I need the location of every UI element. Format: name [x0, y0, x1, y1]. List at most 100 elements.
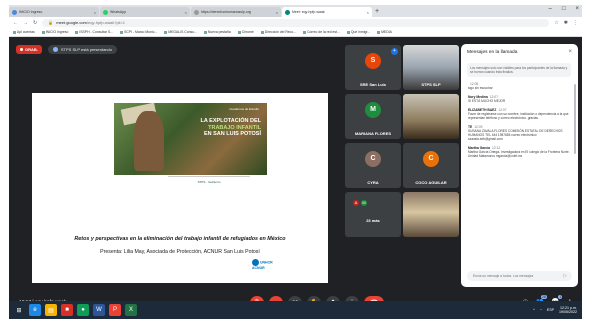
participant-tile[interactable]: C COCO AGUILAR	[403, 143, 459, 188]
close-icon[interactable]: ×	[185, 10, 187, 15]
bookmark-item[interactable]: MEGALIS Consu...	[164, 30, 197, 34]
participant-tile[interactable]	[403, 192, 459, 237]
tab-label: Meet: eqy-hpfp-waak	[292, 10, 325, 14]
menu-icon[interactable]: ⋮	[573, 20, 578, 26]
close-icon[interactable]: ×	[276, 10, 278, 15]
unhcr-emblem-icon	[252, 259, 259, 266]
recording-badge: GRAB.	[16, 45, 42, 54]
participant-tile[interactable]: C CYRA	[345, 143, 401, 188]
participant-name: CYRA	[367, 180, 379, 185]
browser-tab[interactable]: INICIO Ingreso ×	[9, 7, 99, 17]
taskbar-clock[interactable]: 12:21 p.m. 19/05/2022	[559, 306, 577, 315]
network-icon[interactable]: ◔	[540, 308, 542, 312]
pin-icon[interactable]: +	[391, 48, 398, 55]
bookmark-item[interactable]: Apl cuentas	[13, 30, 35, 34]
overflow-tile[interactable]: A M 23 más	[345, 192, 401, 237]
message-text: Favor de registrarse con su nombre, inst…	[468, 112, 569, 120]
participant-name: MARIANA FLORES	[354, 131, 392, 136]
meet-area: GRAB. STPS SLP está presentando Cuaderno…	[9, 37, 582, 319]
chrome-icon[interactable]: ●	[77, 304, 89, 316]
bookmark-item[interactable]: Chrome	[238, 30, 254, 34]
slide-title: Retos y perspectivas en la eliminación d…	[74, 236, 286, 242]
presentation-slide: Cuadernos de Estudio LA EXPLOTACIÓN DEL …	[32, 93, 328, 283]
language-indicator[interactable]: ESP	[547, 308, 554, 312]
unhcr-logo: UNHCR ACNUR	[252, 259, 282, 271]
message-text: sigo sin escuchar	[468, 86, 493, 90]
word-icon[interactable]: W	[93, 304, 105, 316]
participant-video	[403, 94, 459, 139]
chat-title: Mensajes en la llamada	[467, 50, 518, 55]
meet-top-left: GRAB. STPS SLP está presentando	[16, 45, 117, 54]
presenting-banner[interactable]: STPS SLP está presentando	[47, 45, 117, 54]
close-window-icon[interactable]: ×	[575, 6, 579, 12]
chat-count: 1	[558, 295, 563, 299]
participant-tile[interactable]: STPS SLP	[403, 45, 459, 90]
bookmark-item[interactable]: Nueva pestaña	[204, 30, 231, 34]
windows-taskbar: ⊞ e ▤ ■ ● W P X ^ ◔ ESP 12:21 p.m. 19/05…	[9, 301, 582, 319]
url-path: /eqy-hpfp-waak?pli=1	[86, 19, 126, 25]
browser-tab-active[interactable]: Meet: eqy-hpfp-waak ×	[282, 7, 372, 17]
message-text: SUSANA ZAVALA FLORES COMISIÓN ESTATAL DE…	[468, 129, 563, 141]
presenter-avatar-icon	[52, 47, 58, 52]
tray-arrow-icon[interactable]: ^	[533, 308, 535, 312]
participant-tile[interactable]	[403, 94, 459, 139]
cover-title: LA EXPLOTACIÓN DEL TRABAJO INFANTIL EN S…	[187, 118, 262, 138]
recording-label: GRAB.	[25, 47, 38, 52]
participant-name: COCO AGUILAR	[415, 180, 447, 185]
bookmark-item[interactable]: Qué inmigr...	[347, 30, 370, 34]
participant-tile[interactable]: M MARIANA FLORES	[345, 94, 401, 139]
send-icon[interactable]: ▷	[563, 271, 567, 281]
participant-tile[interactable]: + S SRE San Luis	[345, 45, 401, 90]
tab-label: https://derechoshumanosslp.org	[201, 10, 251, 14]
minimize-icon[interactable]: –	[549, 6, 552, 12]
chat-scrollbar[interactable]	[574, 84, 576, 154]
cover-image-child	[134, 111, 164, 171]
avatar: M	[365, 102, 381, 118]
slide-presenter: Presenta: Lilia May, Asociada de Protecc…	[100, 249, 260, 255]
browser-tab[interactable]: https://derechoshumanosslp.org ×	[191, 7, 281, 17]
close-icon[interactable]: ×	[94, 10, 96, 15]
chat-message: Martha García 12:12 Martha García Ortega- …	[468, 146, 571, 158]
chat-message: TE 12:09 SUSANA ZAVALA FLORES COMISIÓN EST…	[468, 125, 571, 141]
file-explorer-icon[interactable]: ▤	[45, 304, 57, 316]
close-icon[interactable]: ×	[367, 10, 369, 15]
close-icon[interactable]: ×	[568, 49, 572, 55]
reload-icon[interactable]: ↻	[33, 20, 37, 26]
browser-tab[interactable]: WhatsApp ×	[100, 7, 190, 17]
slide-cover-image: Cuadernos de Estudio LA EXPLOTACIÓN DEL …	[114, 102, 267, 175]
chat-input[interactable]: Envía un mensaje a todos. Los mensajes ▷	[467, 271, 572, 281]
screen-frame: INICIO Ingreso × WhatsApp × https://derech…	[9, 5, 582, 319]
maximize-icon[interactable]: □	[562, 6, 566, 12]
clock-date: 19/05/2022	[559, 310, 577, 314]
presenting-label: STPS SLP está presentando	[60, 47, 112, 52]
windows-start-icon[interactable]: ⊞	[13, 304, 25, 316]
excel-icon[interactable]: X	[125, 304, 137, 316]
powerpoint-icon[interactable]: P	[109, 304, 121, 316]
tab-favicon-icon	[103, 9, 108, 15]
url-field[interactable]: 🔒 meet.google.com/eqy-hpfp-waak?pli=1	[42, 18, 550, 27]
chat-message: Nory Medina 12:07 SI ESTÁ MUCHO MEJOR	[468, 95, 571, 103]
browser-tab-bar: INICIO Ingreso × WhatsApp × https://derech…	[9, 5, 582, 17]
back-icon[interactable]: ←	[13, 20, 18, 26]
extensions-icon[interactable]: ✱	[564, 20, 568, 26]
bookmark-item[interactable]: SCPI - Marco Munic...	[120, 30, 157, 34]
new-tab-button[interactable]: +	[373, 7, 381, 17]
bookmark-star-icon[interactable]: ☆	[554, 20, 558, 26]
avatar: M	[361, 200, 367, 206]
edge-icon[interactable]: e	[29, 304, 41, 316]
forward-icon[interactable]: →	[23, 20, 28, 26]
system-tray: ^ ◔ ESP 12:21 p.m. 19/05/2022	[533, 306, 582, 315]
participant-name: STPS SLP	[421, 82, 441, 87]
app-icon[interactable]: ■	[61, 304, 73, 316]
bookmark-item[interactable]: Dirección del Reco...	[261, 30, 296, 34]
bookmark-item[interactable]: ISSPH - Consultar S...	[75, 30, 113, 34]
bookmark-item[interactable]: MEDIA	[377, 30, 392, 34]
participant-video	[403, 192, 459, 237]
bookmark-item[interactable]: Correo de la red est...	[303, 30, 340, 34]
tab-label: INICIO Ingreso	[19, 10, 43, 14]
bookmark-item[interactable]: INICIO Ingreso	[42, 30, 69, 34]
record-dot-icon	[20, 48, 23, 51]
chat-note: Los mensajes solo son visibles para los …	[467, 63, 571, 78]
tab-label: WhatsApp	[110, 10, 127, 14]
overflow-count: 23 más	[366, 218, 380, 223]
